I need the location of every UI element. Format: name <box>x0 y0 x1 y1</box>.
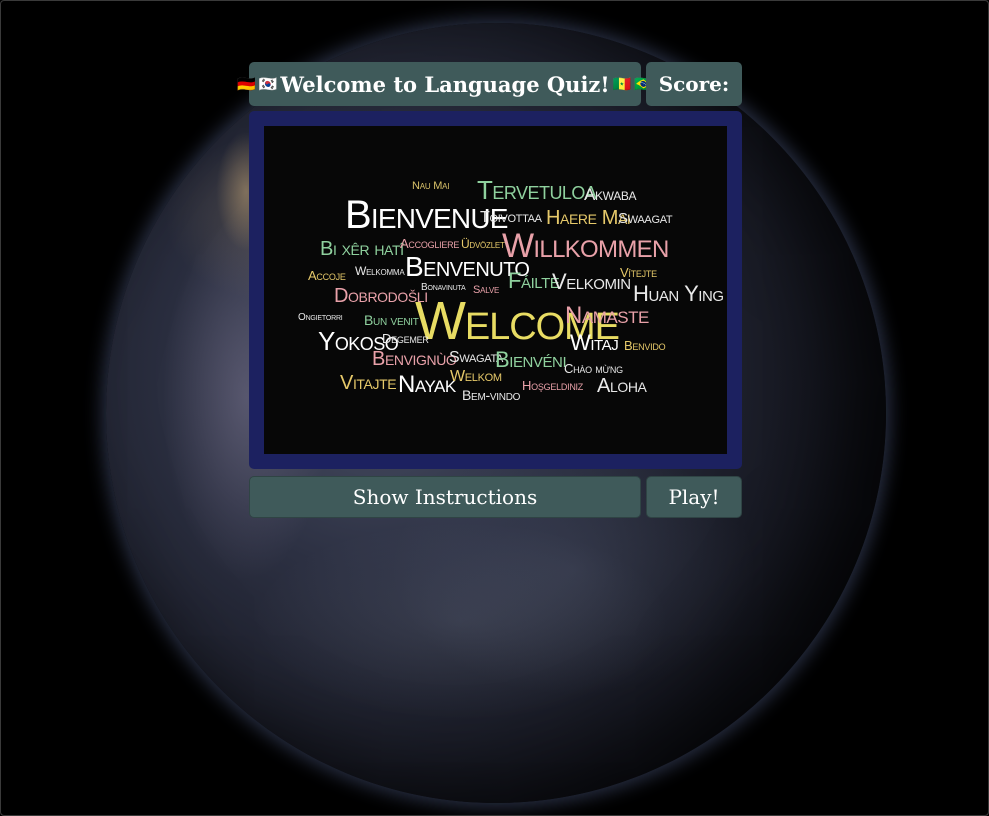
page-title: Welcome to Language Quiz! <box>280 71 610 97</box>
play-button[interactable]: Play! <box>646 476 742 518</box>
word-cloud-word: Welkomma <box>355 264 405 278</box>
quiz-title-banner: 🇩🇪 🇰🇷 Welcome to Language Quiz! 🇸🇳 🇧🇷 <box>237 62 653 106</box>
word-cloud-word: Dobrodošli <box>334 285 428 307</box>
word-cloud-word: Chào mừng <box>564 361 623 376</box>
word-cloud-word: Benvignùo <box>372 348 457 370</box>
word-cloud-word: Bienvéni <box>495 347 567 372</box>
word-cloud-word: Akwaba <box>584 185 637 204</box>
flag-south-korea-icon: 🇰🇷 <box>258 75 278 93</box>
welcome-word-cloud-image: Nau Mai Tervetuloa Akwaba Bienvenue Toivotta… <box>264 126 727 454</box>
word-cloud-word: Namaste <box>565 302 649 329</box>
word-cloud-word: Vítejte <box>620 265 657 280</box>
score-display: Score: <box>646 62 742 106</box>
word-cloud-word: Welkom <box>450 368 502 385</box>
word-cloud-word: Accogliere <box>400 236 460 251</box>
word-cloud-word: Aloha <box>597 375 647 397</box>
word-cloud-word: Degemer <box>382 331 429 346</box>
word-cloud-word: Benvido <box>624 338 666 353</box>
word-cloud-word: Vitajte <box>340 372 397 394</box>
word-cloud-word: Bun venit <box>364 312 419 328</box>
word-cloud-word: Velkomin <box>552 269 631 294</box>
word-cloud-word: Bem-vindo <box>462 387 521 403</box>
word-cloud-word: Hoşgeldiniz <box>522 378 584 393</box>
score-label: Score: <box>658 72 730 96</box>
cloud-layer <box>251 521 671 721</box>
word-cloud-word: Accoje <box>308 268 346 283</box>
word-cloud-word: Swaagat <box>618 210 673 227</box>
word-cloud-word: Üdvözlet <box>461 237 505 251</box>
word-cloud-word: Toivottaa <box>480 209 542 226</box>
word-cloud-word: Bi xêr hatî <box>320 238 404 260</box>
word-cloud-word: Nau Mai <box>412 180 450 192</box>
word-cloud-word: Ongietorri <box>298 312 343 323</box>
word-cloud-word: Witaj <box>570 330 619 355</box>
welcome-image-panel: Nau Mai Tervetuloa Akwaba Bienvenue Toivotta… <box>249 111 742 469</box>
show-instructions-button[interactable]: Show Instructions <box>249 476 641 518</box>
flag-germany-icon: 🇩🇪 <box>237 75 256 93</box>
app-frame: 🇩🇪 🇰🇷 Welcome to Language Quiz! 🇸🇳 🇧🇷 Sc… <box>0 0 989 816</box>
flag-senegal-icon: 🇸🇳 <box>612 75 632 93</box>
word-cloud-word: Nayak <box>398 371 456 398</box>
